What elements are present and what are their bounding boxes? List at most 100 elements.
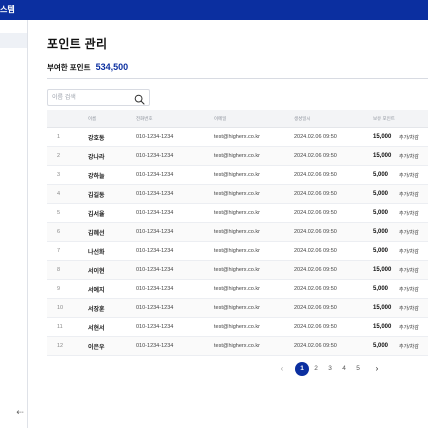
row-point: 5,000 xyxy=(373,248,389,254)
add-deduct-button[interactable]: 추가/차감 xyxy=(399,204,419,222)
row-point: 15,000 xyxy=(373,153,392,159)
header-name: 이름 xyxy=(88,115,97,121)
row-phone: 010-1234-1234 xyxy=(136,343,174,349)
add-deduct-button[interactable]: 추가/차감 xyxy=(399,337,419,355)
row-phone: 010-1234-1234 xyxy=(136,267,174,273)
row-email: test@higherx.co.kr xyxy=(214,305,260,311)
row-no: 7 xyxy=(57,248,61,254)
row-email: test@higherx.co.kr xyxy=(214,229,260,235)
row-date: 2024.02.06 09:50 xyxy=(294,248,337,254)
row-no: 11 xyxy=(57,324,63,330)
row-point: 5,000 xyxy=(373,210,389,216)
row-name: 강호동 xyxy=(88,135,105,142)
section-divider xyxy=(47,78,428,79)
page-button-4[interactable]: 4 xyxy=(337,362,351,376)
row-point: 15,000 xyxy=(373,305,392,311)
row-date: 2024.02.06 09:50 xyxy=(294,172,337,178)
add-deduct-button[interactable]: 추가/차감 xyxy=(399,166,419,184)
row-no: 4 xyxy=(57,191,61,197)
row-phone: 010-1234-1234 xyxy=(136,210,174,216)
table-row: 7 나선화 010-1234-1234 test@higherx.co.kr 2024.… xyxy=(47,242,428,261)
row-email: test@higherx.co.kr xyxy=(214,286,260,292)
table-row: 11 서현서 010-1234-1234 test@higherx.co.kr 2024… xyxy=(47,318,428,337)
row-name: 김서율 xyxy=(88,211,105,218)
row-email: test@higherx.co.kr xyxy=(214,153,260,159)
row-point: 5,000 xyxy=(373,229,389,235)
add-deduct-button[interactable]: 추가/차감 xyxy=(399,318,419,336)
page-button-3[interactable]: 3 xyxy=(323,362,337,376)
points-summary: 부여한 포인트 534,500 xyxy=(47,62,128,73)
table-row: 4 김길동 010-1234-1234 test@higherx.co.kr 2024.… xyxy=(47,185,428,204)
row-phone: 010-1234-1234 xyxy=(136,153,174,159)
row-name: 이은우 xyxy=(88,344,105,351)
add-deduct-button[interactable]: 추가/차감 xyxy=(399,223,419,241)
row-name: 서현서 xyxy=(88,325,105,332)
row-phone: 010-1234-1234 xyxy=(136,305,174,311)
row-date: 2024.02.06 09:50 xyxy=(294,210,337,216)
sidebar-item-active[interactable] xyxy=(0,33,27,48)
add-deduct-button[interactable]: 추가/차감 xyxy=(399,128,419,146)
add-deduct-button[interactable]: 추가/차감 xyxy=(399,185,419,203)
row-point: 5,000 xyxy=(373,172,389,178)
row-email: test@higherx.co.kr xyxy=(214,172,260,178)
row-no: 3 xyxy=(57,172,61,178)
row-name: 김혜선 xyxy=(88,230,105,237)
table-row: 5 김서율 010-1234-1234 test@higherx.co.kr 2024.… xyxy=(47,204,428,223)
row-name: 서예지 xyxy=(88,287,105,294)
add-deduct-button[interactable]: 추가/차감 xyxy=(399,261,419,279)
page-button-2[interactable]: 2 xyxy=(309,362,323,376)
top-navigation-bar: 스템 xyxy=(0,0,428,20)
prev-page-button[interactable]: ‹ xyxy=(275,362,289,376)
sidebar: ⇠ xyxy=(0,20,28,428)
row-email: test@higherx.co.kr xyxy=(214,210,260,216)
add-deduct-button[interactable]: 추가/차감 xyxy=(399,147,419,165)
table-row: 12 이은우 010-1234-1234 test@higherx.co.kr 2024… xyxy=(47,337,428,356)
header-point: 보유 포인트 xyxy=(373,115,395,121)
row-point: 5,000 xyxy=(373,191,389,197)
row-date: 2024.02.06 09:50 xyxy=(294,343,337,349)
add-deduct-button[interactable]: 추가/차감 xyxy=(399,299,419,317)
row-email: test@higherx.co.kr xyxy=(214,191,260,197)
table-body: 1 강호동 010-1234-1234 test@higherx.co.kr 2024.… xyxy=(47,128,428,356)
row-no: 8 xyxy=(57,267,61,273)
table-header: 이름 전화번호 이메일 생성일시 보유 포인트 xyxy=(47,110,428,128)
row-phone: 010-1234-1234 xyxy=(136,286,174,292)
row-phone: 010-1234-1234 xyxy=(136,172,174,178)
search-input[interactable] xyxy=(52,92,130,104)
points-summary-value: 534,500 xyxy=(95,62,129,72)
page-title: 포인트 관리 xyxy=(47,37,108,51)
row-no: 5 xyxy=(57,210,61,216)
search-box xyxy=(47,89,150,106)
row-no: 9 xyxy=(57,286,61,292)
row-email: test@higherx.co.kr xyxy=(214,248,260,254)
table-row: 3 강하늘 010-1234-1234 test@higherx.co.kr 2024.… xyxy=(47,166,428,185)
header-email: 이메일 xyxy=(214,115,227,121)
row-name: 서이현 xyxy=(88,268,105,275)
row-date: 2024.02.06 09:50 xyxy=(294,324,337,330)
arrow-left-icon[interactable]: ⇠ xyxy=(14,406,26,418)
page-button-1[interactable]: 1 xyxy=(295,362,309,376)
add-deduct-button[interactable]: 추가/차감 xyxy=(399,280,419,298)
add-deduct-button[interactable]: 추가/차감 xyxy=(399,242,419,260)
row-point: 15,000 xyxy=(373,134,392,140)
row-point: 5,000 xyxy=(373,343,389,349)
table-row: 9 서예지 010-1234-1234 test@higherx.co.kr 2024.… xyxy=(47,280,428,299)
row-date: 2024.02.06 09:50 xyxy=(294,267,337,273)
points-table: 이름 전화번호 이메일 생성일시 보유 포인트 1 강호동 010-1234-123… xyxy=(47,110,428,356)
search-icon[interactable] xyxy=(134,92,145,105)
row-no: 1 xyxy=(57,134,61,140)
row-email: test@higherx.co.kr xyxy=(214,134,260,140)
row-phone: 010-1234-1234 xyxy=(136,324,174,330)
row-email: test@higherx.co.kr xyxy=(214,324,260,330)
row-email: test@higherx.co.kr xyxy=(214,267,260,273)
row-phone: 010-1234-1234 xyxy=(136,191,174,197)
next-page-button[interactable]: › xyxy=(370,362,384,376)
row-point: 15,000 xyxy=(373,324,392,330)
row-date: 2024.02.06 09:50 xyxy=(294,229,337,235)
row-date: 2024.02.06 09:50 xyxy=(294,153,337,159)
header-date: 생성일시 xyxy=(294,115,311,121)
page-button-5[interactable]: 5 xyxy=(351,362,365,376)
row-phone: 010-1234-1234 xyxy=(136,134,174,140)
row-name: 강나라 xyxy=(88,154,105,161)
row-phone: 010-1234-1234 xyxy=(136,229,174,235)
